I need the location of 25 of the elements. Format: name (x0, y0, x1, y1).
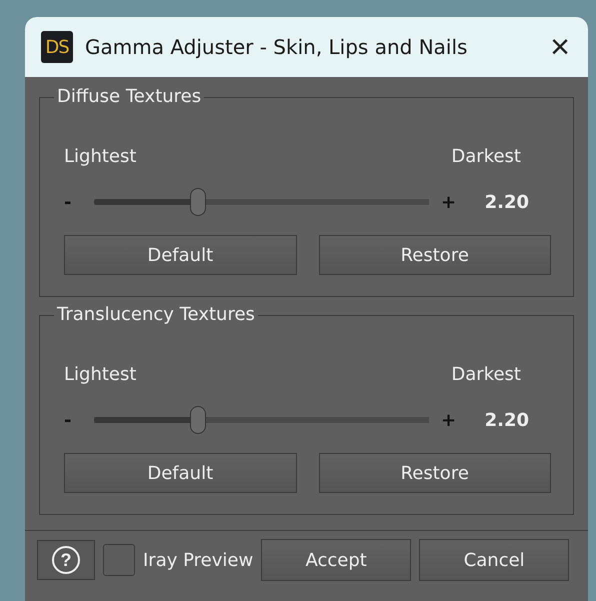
checkbox-label: Iray Preview (143, 550, 254, 570)
window-title: Gamma Adjuster - Skin, Lips and Nails (85, 35, 468, 59)
plus-sign: + (441, 410, 458, 430)
slider-thumb[interactable] (190, 188, 206, 216)
group-title: Translucency Textures (54, 304, 258, 325)
gamma-value: 2.20 (484, 192, 530, 212)
checkbox[interactable] (103, 544, 135, 576)
slider-min-label: Lightest (64, 146, 136, 167)
cancel-button[interactable]: Cancel (419, 539, 570, 581)
plus-sign: + (441, 192, 458, 212)
accept-button[interactable]: Accept (261, 539, 412, 581)
gamma-value: 2.20 (484, 410, 530, 430)
slider-max-label: Darkest (451, 146, 521, 167)
help-button[interactable]: ? (37, 540, 95, 580)
restore-button[interactable]: Restore (318, 235, 551, 275)
default-button[interactable]: Default (64, 235, 296, 275)
minus-sign: - (64, 410, 72, 430)
slider-min-label: Lightest (64, 364, 136, 385)
slider-max-label: Darkest (451, 364, 521, 385)
slider-thumb[interactable] (190, 406, 206, 434)
minus-sign: - (64, 192, 72, 212)
close-button[interactable]: × (546, 30, 574, 64)
restore-button[interactable]: Restore (318, 453, 551, 493)
app-logo: DS (41, 31, 73, 63)
default-button[interactable]: Default (64, 453, 296, 493)
